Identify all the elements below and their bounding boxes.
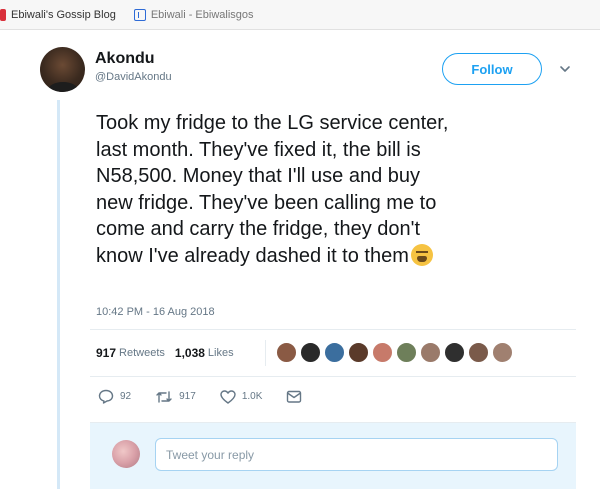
like-count: 1.0K: [241, 391, 263, 402]
author-name[interactable]: Akondu: [95, 50, 155, 68]
author-avatar[interactable]: [40, 47, 85, 92]
reply-count: 92: [120, 391, 132, 402]
retweets-label[interactable]: Retweets: [119, 347, 165, 359]
bookmark-label: Ebiwali's Gossip Blog: [11, 8, 116, 21]
author-handle[interactable]: @DavidAkondu: [95, 71, 172, 83]
likes-count[interactable]: 1,038: [175, 346, 205, 360]
reply-icon: [98, 389, 114, 404]
divider: [90, 376, 576, 377]
bookmark-ebiwali-gossip[interactable]: Ebiwali's Gossip Blog: [0, 8, 116, 21]
tweet-line: last month. They've fixed it, the bill i…: [96, 138, 421, 161]
tired-face-emoji-icon: [410, 243, 433, 266]
direct-message-action[interactable]: [286, 390, 308, 404]
bookmarks-bar: Ebiwali's Gossip Blog Ebiwali - Ebiwalis…: [0, 0, 600, 30]
heart-icon: [220, 389, 236, 404]
tweet-line-last: know I've already dashed it to them: [96, 243, 586, 270]
tweet-timestamp[interactable]: 10:42 PM - 16 Aug 2018: [96, 306, 215, 318]
liker-avatar[interactable]: [468, 342, 489, 363]
thread-line: [57, 100, 60, 489]
likes-label[interactable]: Likes: [208, 347, 234, 359]
stats-separator: [265, 340, 266, 366]
chevron-down-icon[interactable]: [558, 62, 572, 76]
retweet-action[interactable]: 917: [155, 390, 196, 404]
retweet-icon: [156, 390, 172, 403]
liker-avatar[interactable]: [396, 342, 417, 363]
liker-avatar[interactable]: [300, 342, 321, 363]
tweet-actions: 92 917 1.0K: [98, 389, 332, 404]
liker-avatar[interactable]: [348, 342, 369, 363]
tweet-line: N58,500. Money that I'll use and buy: [96, 165, 421, 187]
page-bookmark-icon: [133, 8, 146, 21]
bookmark-label: Ebiwali - Ebiwalisgos: [150, 8, 254, 21]
likers-avatars: [276, 342, 516, 363]
reply-action[interactable]: 92: [98, 389, 131, 404]
engagement-stats: 917 Retweets 1,038 Likes: [96, 346, 234, 360]
current-user-avatar: [112, 440, 140, 468]
liker-avatar[interactable]: [444, 342, 465, 363]
tweet-line: come and carry the fridge, they don't: [96, 218, 420, 240]
follow-button[interactable]: Follow: [442, 53, 542, 85]
liker-avatar[interactable]: [324, 342, 345, 363]
envelope-icon: [287, 390, 302, 403]
liker-avatar[interactable]: [420, 342, 441, 363]
tweet-text: Took my fridge to the LG service center,…: [96, 110, 586, 269]
reply-input[interactable]: Tweet your reply: [155, 438, 558, 471]
liker-avatar[interactable]: [492, 342, 513, 363]
tweet-line: Took my fridge to the LG service center,: [96, 112, 449, 134]
red-bookmark-icon: [0, 8, 6, 21]
retweets-count[interactable]: 917: [96, 346, 116, 360]
divider: [90, 329, 576, 330]
retweet-count: 917: [179, 391, 196, 402]
like-action[interactable]: 1.0K: [220, 389, 263, 404]
liker-avatar[interactable]: [276, 342, 297, 363]
bookmark-ebiwali[interactable]: Ebiwali - Ebiwalisgos: [133, 8, 254, 21]
tweet-line: know I've already dashed it to them: [96, 244, 409, 267]
liker-avatar[interactable]: [372, 342, 393, 363]
tweet-line: new fridge. They've been calling me to: [96, 191, 437, 214]
